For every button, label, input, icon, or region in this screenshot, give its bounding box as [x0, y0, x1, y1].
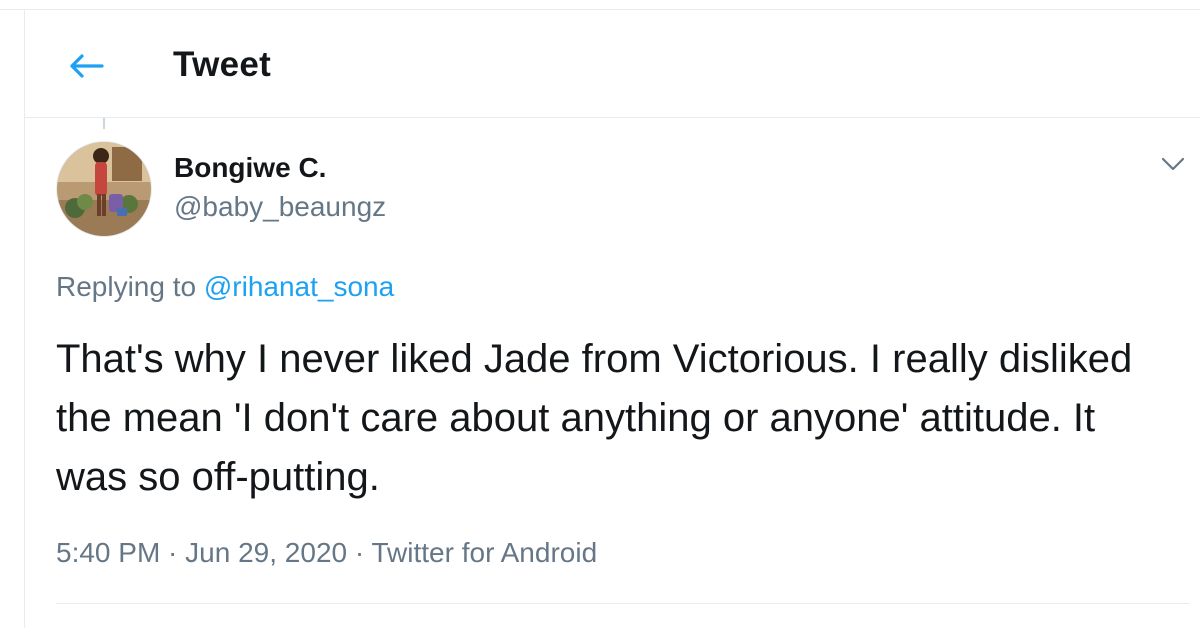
tweet-meta: 5:40 PM · Jun 29, 2020 · Twitter for And…: [56, 537, 597, 569]
tweet-time[interactable]: 5:40 PM: [56, 537, 160, 568]
reply-to-link[interactable]: @rihanat_sona: [204, 271, 394, 302]
page-title: Tweet: [173, 45, 272, 84]
author-name[interactable]: Bongiwe C.: [174, 152, 326, 184]
tweet-date[interactable]: Jun 29, 2020: [185, 537, 347, 568]
thread-line: [103, 118, 105, 129]
author-handle[interactable]: @baby_beaungz: [174, 191, 386, 223]
tweet-text: That's why I never liked Jade from Victo…: [56, 337, 1133, 499]
meta-separator: ·: [160, 537, 186, 568]
tweet-source[interactable]: Twitter for Android: [371, 537, 597, 568]
reply-context: Replying to @rihanat_sona: [56, 271, 394, 303]
avatar[interactable]: [56, 141, 152, 237]
chevron-down-icon: [1161, 157, 1185, 171]
more-options-button[interactable]: [1158, 150, 1188, 178]
profile-photo: [57, 142, 151, 236]
arrow-left-icon: [70, 54, 104, 78]
meta-separator: ·: [347, 537, 372, 568]
divider: [56, 603, 1190, 604]
reply-prefix: Replying to: [56, 271, 197, 302]
back-button[interactable]: [65, 48, 109, 84]
tweet-header: Tweet: [25, 10, 1200, 118]
